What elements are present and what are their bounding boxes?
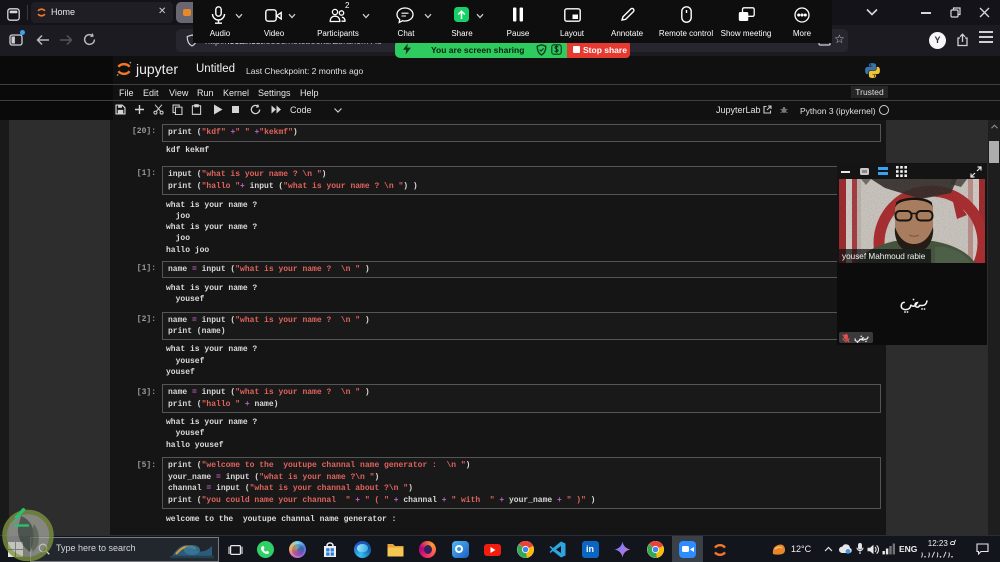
svg-text:yousef Mahmoud rabie: yousef Mahmoud rabie xyxy=(842,252,926,261)
